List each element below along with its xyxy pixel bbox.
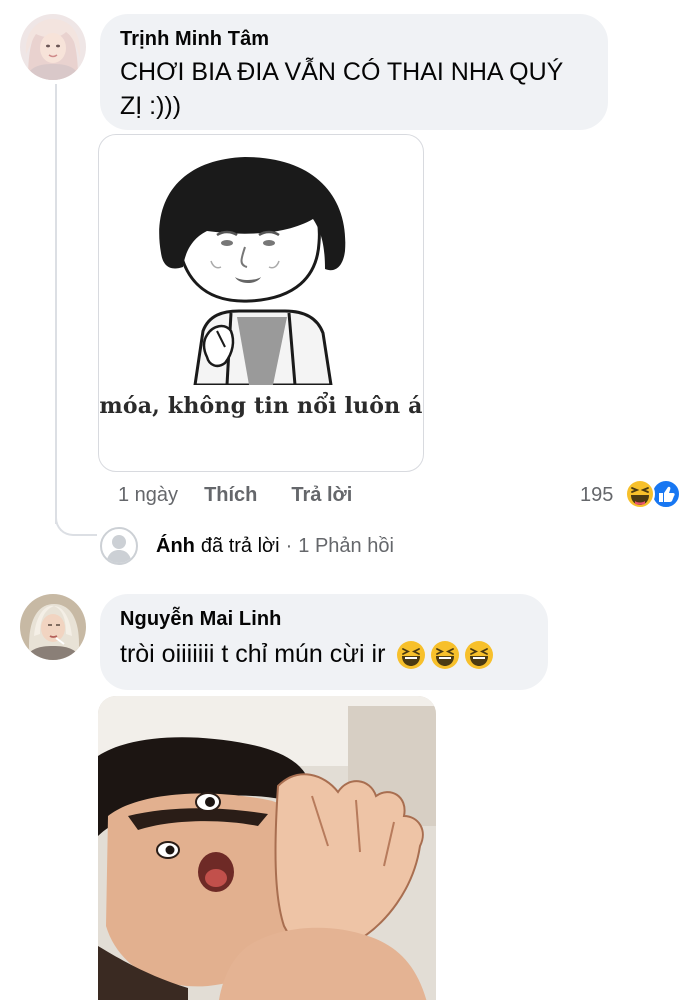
thread-connector-curve — [55, 500, 97, 536]
reply-author: Ánh — [156, 534, 195, 557]
comment-author[interactable]: Trịnh Minh Tâm — [120, 28, 588, 51]
sticker-card[interactable]: móa, không tin nổi luôn á — [98, 134, 424, 472]
thread-connector-line — [55, 84, 57, 524]
photo-image — [98, 696, 436, 1000]
default-avatar-icon — [106, 535, 132, 563]
haha-icon — [625, 479, 681, 509]
comment-author[interactable]: Nguyễn Mai Linh — [120, 608, 528, 631]
reaction-summary[interactable] — [622, 478, 682, 510]
reply-count: 1 Phản hồi — [298, 534, 394, 557]
laughing-emoji-icon — [397, 641, 426, 670]
sticker-caption: móa, không tin nổi luôn á — [99, 393, 423, 419]
laughing-emoji-icon — [465, 641, 494, 670]
avatar[interactable] — [20, 594, 86, 660]
comment-actions: 1 ngày Thích Trả lời — [118, 480, 386, 510]
avatar-photo — [20, 14, 86, 80]
reaction-count[interactable]: 195 — [580, 481, 613, 509]
comment-thread: Trịnh Minh Tâm CHƠI BIA ĐIA VẪN CÓ THAI … — [0, 0, 700, 1000]
comment-text-line: CHƠI BIA ĐIA VẪN CÓ THAI NHA QUÝ — [120, 58, 564, 86]
reply-button[interactable]: Trả lời — [291, 484, 352, 507]
comment-photo[interactable] — [98, 696, 436, 1000]
comment-timestamp[interactable]: 1 ngày — [118, 484, 178, 507]
comment-text-line: tròi oiiiiiii t chỉ mún cừi ir — [120, 637, 528, 671]
reply-separator: · — [285, 534, 293, 557]
comment-text-line: ZỊ :))) — [120, 92, 182, 120]
reply-avatar — [100, 527, 138, 565]
avatar-photo — [20, 594, 86, 660]
like-button[interactable]: Thích — [204, 484, 257, 507]
comment-bubble: Nguyễn Mai Linh tròi oiiiiiii t chỉ mún … — [100, 594, 548, 690]
avatar[interactable] — [20, 14, 86, 80]
laughing-emoji-icon — [431, 641, 460, 670]
comment-bubble: Trịnh Minh Tâm CHƠI BIA ĐIA VẪN CÓ THAI … — [100, 14, 608, 130]
sticker-illustration — [159, 157, 346, 385]
reply-action-text: đã trả lời — [200, 534, 280, 557]
view-replies-link[interactable]: Ánh đã trả lời · 1 Phản hồi — [100, 526, 394, 566]
comment-text: tròi oiiiiiii t chỉ mún cừi ir — [120, 640, 386, 668]
